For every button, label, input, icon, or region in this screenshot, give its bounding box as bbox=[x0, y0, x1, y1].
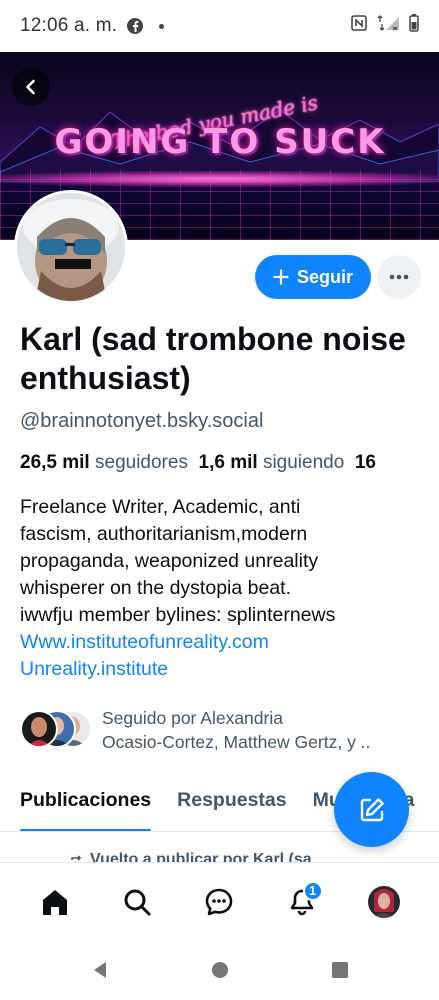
system-back-button[interactable] bbox=[85, 955, 115, 985]
bottom-navigation: 1 bbox=[0, 862, 439, 940]
following-count: 1,6 mil bbox=[198, 452, 258, 473]
bio-line: iwwfju member bylines: splinternews bbox=[20, 604, 336, 626]
banner-headline-text: GOING TO SUCK bbox=[54, 122, 386, 162]
follower-avatar bbox=[20, 710, 58, 748]
tab-respuestas[interactable]: Respuestas bbox=[164, 770, 299, 831]
tab-publicaciones[interactable]: Publicaciones bbox=[0, 770, 164, 831]
nav-profile[interactable] bbox=[359, 877, 409, 927]
bio-line: propaganda, weaponized unreality bbox=[20, 550, 319, 572]
facebook-notification-icon bbox=[127, 18, 144, 34]
follow-button-label: Seguir bbox=[296, 266, 353, 287]
repost-indicator: Vuelto a publicar por Karl (sa bbox=[70, 846, 370, 862]
chat-bubble-icon bbox=[206, 888, 233, 915]
status-time: 12:06 a. m. bbox=[20, 15, 118, 36]
bio-line: Freelance Writer, Academic, anti bbox=[20, 496, 301, 518]
profile-avatar[interactable] bbox=[14, 190, 128, 304]
notifications-badge: 1 bbox=[302, 880, 323, 901]
plus-icon bbox=[273, 269, 289, 285]
more-options-button[interactable] bbox=[377, 255, 421, 299]
followed-by-text: Seguido por Alexandria Ocasio-Cortez, Ma… bbox=[102, 706, 422, 754]
search-icon bbox=[124, 889, 151, 915]
profile-stats: 26,5 mil seguidores 1,6 mil siguiendo 16 bbox=[20, 452, 439, 474]
followed-by-line: Seguido por Alexandria bbox=[102, 708, 283, 728]
profile-display-name: Karl (sad trombone noise enthusiast) bbox=[20, 321, 406, 396]
nav-messages[interactable] bbox=[194, 877, 244, 927]
compose-icon bbox=[360, 797, 384, 821]
more-notifications-dot-icon bbox=[159, 23, 165, 29]
back-button[interactable] bbox=[12, 68, 50, 106]
user-avatar bbox=[367, 885, 400, 918]
triangle-back-icon bbox=[93, 962, 106, 978]
system-recents-button[interactable] bbox=[325, 955, 355, 985]
circle-home-icon bbox=[211, 962, 228, 978]
status-bar: 12:06 a. m. bbox=[0, 0, 439, 52]
bio-line: whisperer on the dystopia beat. bbox=[20, 577, 292, 599]
system-home-button[interactable] bbox=[205, 955, 235, 985]
chevron-left-icon bbox=[26, 79, 35, 95]
repost-icon bbox=[71, 855, 83, 862]
home-icon bbox=[43, 889, 68, 915]
signal-icon bbox=[375, 15, 401, 37]
nav-search[interactable] bbox=[112, 877, 162, 927]
followed-by-row[interactable]: Seguido por Alexandria Ocasio-Cortez, Ma… bbox=[20, 706, 430, 754]
bio-link-website[interactable]: Www.instituteofunreality.com bbox=[20, 629, 430, 656]
followers-count: 26,5 mil bbox=[20, 452, 90, 473]
square-recents-icon bbox=[331, 962, 348, 978]
battery-icon bbox=[409, 14, 419, 38]
more-horizontal-icon bbox=[389, 274, 409, 280]
followed-by-avatars bbox=[20, 710, 92, 750]
followers-label: seguidores bbox=[95, 452, 188, 473]
profile-bio: Freelance Writer, Academic, anti fascism… bbox=[20, 494, 430, 683]
profile-handle: @brainnotonyet.bsky.social bbox=[20, 410, 264, 432]
following-label: siguiendo bbox=[262, 452, 345, 473]
bio-line: fascism, authoritarianism,modern bbox=[20, 523, 308, 545]
followers-stat[interactable]: 26,5 mil seguidores bbox=[20, 452, 188, 473]
follow-button[interactable]: Seguir bbox=[255, 255, 371, 299]
repost-text: Vuelto a publicar por Karl (sa bbox=[90, 851, 312, 862]
posts-count: 16 bbox=[354, 452, 376, 473]
followed-by-line: Ocasio-Cortez, Matthew Gertz, y .. bbox=[102, 732, 371, 752]
nav-home[interactable] bbox=[30, 877, 80, 927]
compose-post-button[interactable] bbox=[334, 772, 409, 847]
nav-notifications[interactable]: 1 bbox=[277, 877, 327, 927]
bio-link-unreality[interactable]: Unreality.institute bbox=[20, 656, 430, 683]
following-stat[interactable]: 1,6 mil siguiendo bbox=[199, 452, 345, 473]
nfc-icon bbox=[351, 15, 367, 37]
system-navigation-bar bbox=[0, 940, 439, 1000]
